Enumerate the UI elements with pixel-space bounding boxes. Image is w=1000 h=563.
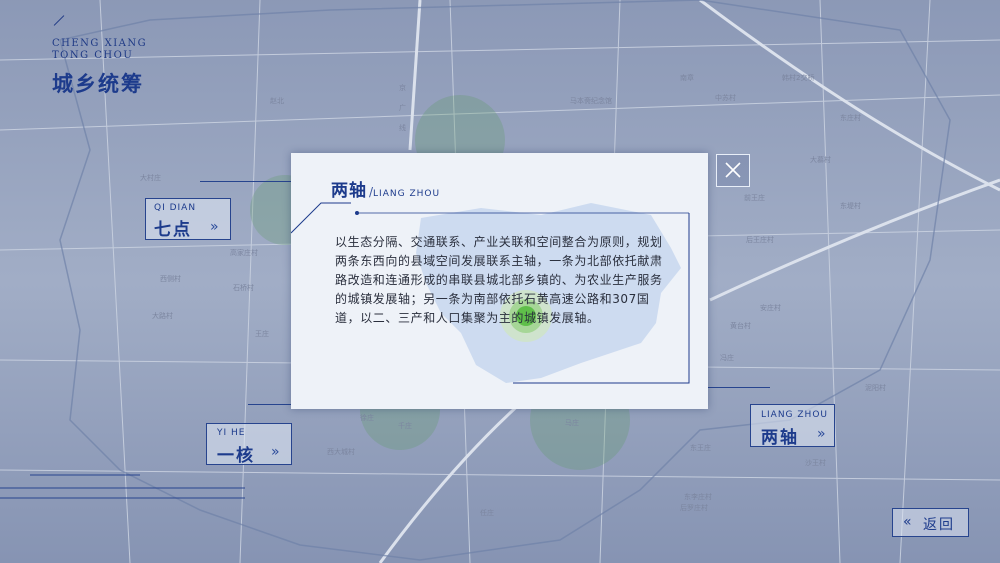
- modal-title: 两轴/LIANG ZHOU: [331, 176, 440, 201]
- close-button[interactable]: [716, 154, 750, 187]
- svg-text:王庄: 王庄: [255, 329, 269, 338]
- close-icon: [725, 162, 741, 178]
- svg-text:冯庄: 冯庄: [720, 353, 734, 362]
- svg-text:京: 京: [399, 83, 406, 92]
- svg-text:沙王村: 沙王村: [805, 458, 826, 467]
- qidian-en: QI DIAN: [154, 203, 197, 213]
- chevron-right-icon: »: [210, 219, 219, 235]
- svg-text:后罗庄村: 后罗庄村: [680, 503, 708, 512]
- info-modal: 两轴/LIANG ZHOU 以生态分隔、交通联系、产业关联和空间整合为原则，规划…: [291, 153, 708, 409]
- svg-text:安庄村: 安庄村: [760, 303, 781, 312]
- svg-text:泥阳村: 泥阳村: [865, 383, 886, 392]
- modal-title-cn: 两轴: [331, 181, 367, 201]
- svg-text:东李庄村: 东李庄村: [684, 492, 712, 501]
- brand-en-line1: CHENG XIANG: [52, 38, 148, 49]
- svg-text:大路村: 大路村: [152, 311, 173, 320]
- svg-text:任庄: 任庄: [480, 508, 494, 517]
- nav-tag-liangzhou[interactable]: LIANG ZHOU 两轴 »: [750, 404, 835, 448]
- yihe-lead-line: [248, 404, 292, 405]
- svg-text:广: 广: [399, 103, 406, 112]
- svg-text:前王庄: 前王庄: [744, 193, 765, 202]
- svg-text:后王庄村: 后王庄村: [746, 235, 774, 244]
- svg-text:黄台村: 黄台村: [730, 321, 751, 330]
- svg-text:大慕村: 大慕村: [810, 155, 831, 164]
- svg-text:西侧村: 西侧村: [160, 274, 181, 283]
- liangzhou-en: LIANG ZHOU: [761, 410, 828, 420]
- svg-text:高家庄村: 高家庄村: [230, 248, 258, 257]
- yihe-en: YI HE: [217, 428, 246, 438]
- svg-text:石桥村: 石桥村: [233, 283, 254, 292]
- chevron-left-icon: «: [903, 514, 912, 530]
- svg-text:千庄: 千庄: [398, 421, 412, 430]
- svg-text:线: 线: [399, 123, 406, 132]
- svg-text:徐庄: 徐庄: [360, 413, 374, 422]
- liangzhou-cn: 两轴: [761, 428, 799, 448]
- modal-body-text: 以生态分隔、交通联系、产业关联和空间整合为原则，规划两条东西向的县域空间发展联系…: [335, 235, 663, 325]
- chevron-right-icon: »: [271, 444, 280, 460]
- qidian-cn: 七点: [154, 220, 192, 240]
- svg-text:马本斋纪念馆: 马本斋纪念馆: [570, 96, 612, 105]
- nav-tag-qidian[interactable]: QI DIAN 七点 »: [145, 198, 231, 240]
- nav-tag-yihe[interactable]: YI HE 一核 »: [206, 423, 292, 466]
- svg-text:韩村2交桥: 韩村2交桥: [782, 73, 814, 82]
- back-button-label: 返回: [923, 517, 955, 533]
- liangzhou-lead-line: [708, 387, 770, 388]
- title-lead-polyline: [291, 202, 351, 234]
- yihe-cn: 一核: [217, 446, 255, 466]
- chevron-right-icon: »: [817, 426, 826, 442]
- brand-en-line2: TONG CHOU: [52, 50, 134, 61]
- brand-title: CHENG XIANG TONG CHOU 城乡统筹: [52, 38, 147, 98]
- modal-title-en: LIANG ZHOU: [373, 189, 441, 199]
- svg-text:南章: 南章: [680, 73, 694, 82]
- svg-text:大村庄: 大村庄: [140, 173, 161, 182]
- svg-text:东王庄: 东王庄: [690, 443, 711, 452]
- svg-text:西大城村: 西大城村: [327, 447, 355, 456]
- svg-text:马庄: 马庄: [565, 418, 579, 427]
- svg-text:中苏村: 中苏村: [715, 93, 736, 102]
- svg-text:东庄村: 东庄村: [840, 113, 861, 122]
- qidian-lead-line: [200, 181, 292, 182]
- back-button[interactable]: « 返回: [892, 508, 969, 537]
- svg-text:东堤村: 东堤村: [840, 201, 861, 210]
- brand-cn-title: 城乡统筹: [52, 72, 144, 96]
- svg-text:赵北: 赵北: [270, 96, 284, 105]
